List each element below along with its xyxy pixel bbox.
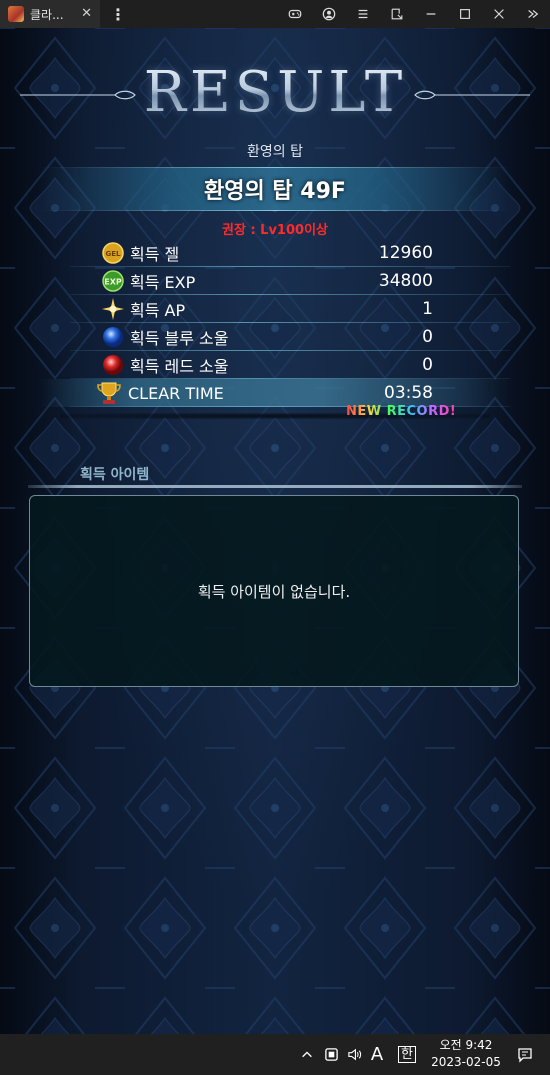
browser-tab[interactable]: 클라... ✕ xyxy=(0,0,100,28)
items-empty-message: 획득 아이템이 없습니다. xyxy=(197,582,351,601)
stat-label: CLEAR TIME xyxy=(128,383,224,403)
ime-hangul-indicator[interactable]: 한 xyxy=(396,1034,418,1075)
network-icon[interactable] xyxy=(321,1034,341,1075)
stat-value: 0 xyxy=(422,355,433,375)
items-panel: 획득 아이템이 없습니다. xyxy=(29,495,519,687)
stat-value: 03:58 xyxy=(384,383,433,403)
resize-icon[interactable] xyxy=(380,0,414,28)
stat-row-ap: 획득 AP 1 xyxy=(40,295,510,323)
tab-menu-icon[interactable]: ⋮ xyxy=(110,5,126,24)
taskbar: A 한 오전 9:42 2023-02-05 xyxy=(0,1034,550,1075)
banner-bottom-line xyxy=(40,210,510,211)
stat-row-gel: GEL 획득 젤 12960 xyxy=(40,239,510,267)
ime-hangul-label: 한 xyxy=(398,1046,416,1063)
exp-icon: EXP xyxy=(102,270,124,292)
stat-label: 획득 젤 xyxy=(130,245,180,264)
items-divider xyxy=(28,485,522,488)
stat-row-blue-soul: 획득 블루 소울 0 xyxy=(40,323,510,351)
trophy-icon xyxy=(96,380,122,406)
floor-banner: 환영의 탑 49F xyxy=(40,168,510,210)
clock-date: 2023-02-05 xyxy=(431,1055,501,1069)
game-favicon-icon xyxy=(8,6,24,22)
gamepad-icon[interactable] xyxy=(278,0,312,28)
stat-row-exp: EXP 획득 EXP 34800 xyxy=(40,267,510,295)
svg-text:GEL: GEL xyxy=(106,250,122,258)
stat-value: 34800 xyxy=(378,271,433,291)
stat-row-clear-time: CLEAR TIME 03:58 xyxy=(40,379,510,407)
account-icon[interactable] xyxy=(312,0,346,28)
ime-mode-indicator[interactable]: A xyxy=(367,1034,387,1075)
stat-row-red-soul: 획득 레드 소울 0 xyxy=(40,351,510,379)
title-ornament-right xyxy=(414,90,530,100)
stat-value: 1 xyxy=(422,299,433,319)
browser-titlebar: 클라... ✕ ⋮ xyxy=(0,0,550,28)
close-icon[interactable] xyxy=(482,0,516,28)
stat-label: 획득 AP xyxy=(130,301,186,320)
dungeon-name: 환영의 탑 xyxy=(247,144,303,160)
gel-coin-icon: GEL xyxy=(102,242,124,264)
stat-label: 획득 EXP xyxy=(130,273,196,292)
list-icon[interactable] xyxy=(346,0,380,28)
new-record-badge: NEW RECORD! xyxy=(346,404,457,419)
collapse-icon[interactable] xyxy=(516,0,550,28)
red-soul-icon xyxy=(102,354,124,376)
recommended-level: 권장 : Lv100이상 xyxy=(222,223,328,238)
tab-close-icon[interactable]: ✕ xyxy=(81,6,92,21)
stat-label: 획득 블루 소울 xyxy=(130,329,229,348)
stat-label: 획득 레드 소울 xyxy=(130,357,229,376)
game-viewport[interactable]: RESULT 환영의 탑 환영의 탑 49F 권장 : Lv100이상 GEL … xyxy=(0,28,550,1034)
speaker-icon[interactable] xyxy=(343,1034,365,1075)
clock-time: 오전 9:42 xyxy=(439,1038,493,1052)
clock[interactable]: 오전 9:42 2023-02-05 xyxy=(426,1037,506,1071)
tab-title: 클라... xyxy=(30,7,64,22)
floor-title: 환영의 탑 49F xyxy=(204,179,346,204)
blue-soul-icon xyxy=(102,326,124,348)
svg-text:EXP: EXP xyxy=(104,278,122,287)
chevron-up-icon[interactable] xyxy=(298,1034,316,1075)
items-section-label: 획득 아이템 xyxy=(80,467,150,483)
stat-value: 0 xyxy=(422,327,433,347)
notification-icon[interactable] xyxy=(512,1034,538,1075)
ap-sparkle-icon xyxy=(102,298,124,320)
maximize-icon[interactable] xyxy=(448,0,482,28)
minimize-icon[interactable] xyxy=(414,0,448,28)
stat-value: 12960 xyxy=(378,243,433,263)
